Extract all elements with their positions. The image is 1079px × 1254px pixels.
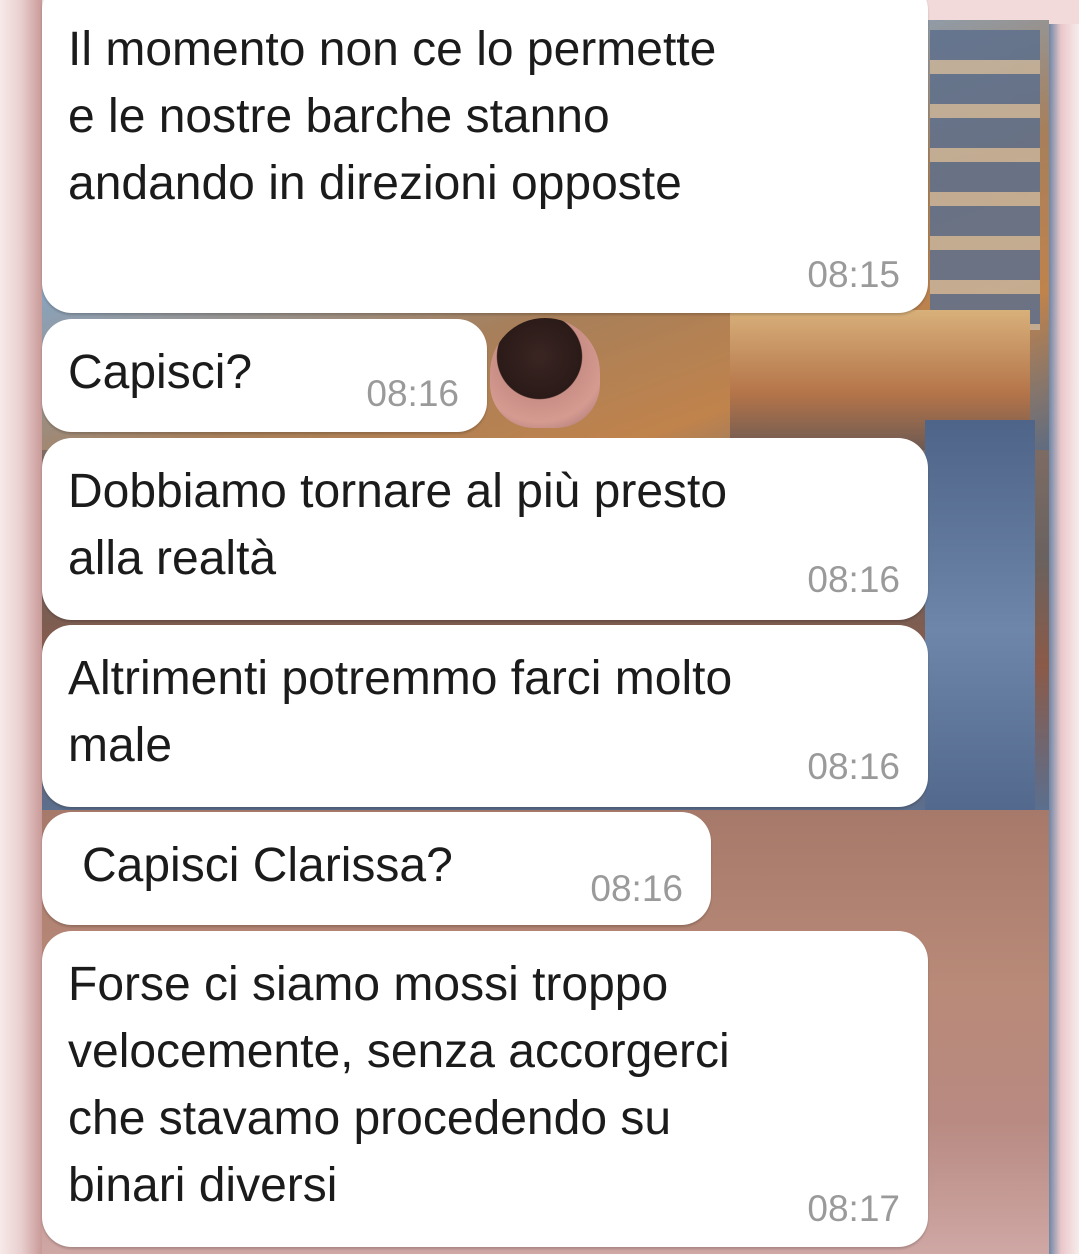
message-timestamp: 08:15: [807, 254, 900, 295]
message-timestamp: 08:16: [590, 868, 683, 909]
message-bubble[interactable]: Altrimenti potremmo farci molto male 08:…: [42, 625, 928, 807]
message-text: Dobbiamo tornare al più presto alla real…: [68, 465, 728, 585]
message-bubble[interactable]: Il momento non ce lo permette e le nostr…: [42, 0, 928, 313]
message-bubble[interactable]: Capisci Clarissa? 08:16: [42, 812, 711, 925]
message-bubble[interactable]: Capisci? 08:16: [42, 319, 487, 432]
message-text: Il momento non ce lo permette e le nostr…: [68, 23, 717, 210]
message-text: Forse ci siamo mossi troppo velocemente,…: [68, 958, 730, 1212]
message-bubble[interactable]: Dobbiamo tornare al più presto alla real…: [42, 438, 928, 620]
message-list[interactable]: Il momento non ce lo permette e le nostr…: [0, 0, 1079, 1254]
message-timestamp: 08:17: [807, 1188, 900, 1229]
message-timestamp: 08:16: [366, 373, 459, 414]
message-bubble[interactable]: Forse ci siamo mossi troppo velocemente,…: [42, 931, 928, 1247]
message-timestamp: 08:16: [807, 559, 900, 600]
message-text: Altrimenti potremmo farci molto male: [68, 652, 733, 772]
message-timestamp: 08:16: [807, 746, 900, 787]
